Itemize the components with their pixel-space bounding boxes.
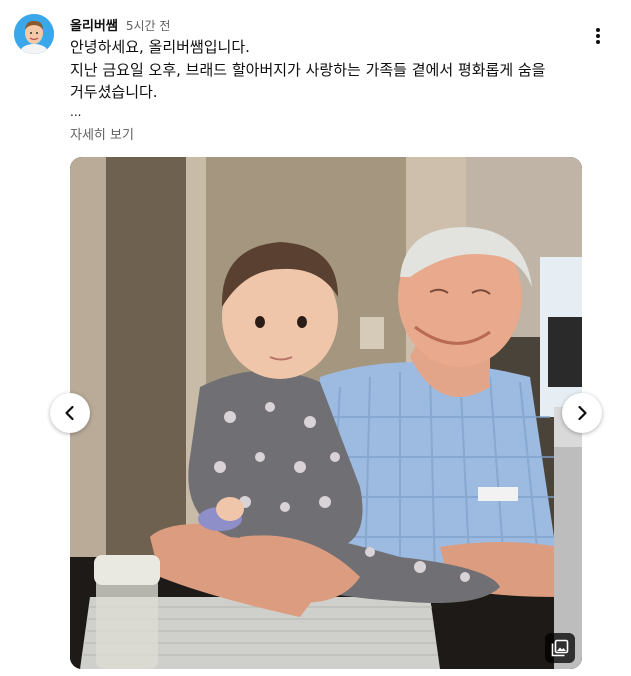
chevron-left-icon — [65, 405, 74, 421]
channel-avatar[interactable] — [14, 14, 54, 54]
chevron-right-icon — [578, 405, 587, 421]
post-header: 올리버쌤 5시간 전 — [70, 15, 170, 34]
post-body: 안녕하세요, 올리버쌤입니다. 지난 금요일 오후, 브래드 할아버지가 사랑하… — [70, 36, 590, 104]
author-name[interactable]: 올리버쌤 — [70, 15, 118, 34]
post-timestamp[interactable]: 5시간 전 — [126, 17, 171, 34]
post-ellipsis: ... — [70, 105, 82, 119]
post-body-line: 지난 금요일 오후, 브래드 할아버지가 사랑하는 가족들 곁에서 평화롭게 숨… — [70, 60, 546, 79]
previous-image-button[interactable] — [50, 393, 90, 433]
post-body-line: 거두셨습니다. — [70, 83, 158, 101]
next-image-button[interactable] — [562, 393, 602, 433]
post-body-line: 안녕하세요, 올리버쌤입니다. — [70, 38, 250, 56]
read-more-link[interactable]: 자세히 보기 — [70, 124, 134, 143]
photo-library-icon[interactable] — [545, 633, 575, 663]
post-image[interactable] — [70, 157, 582, 669]
